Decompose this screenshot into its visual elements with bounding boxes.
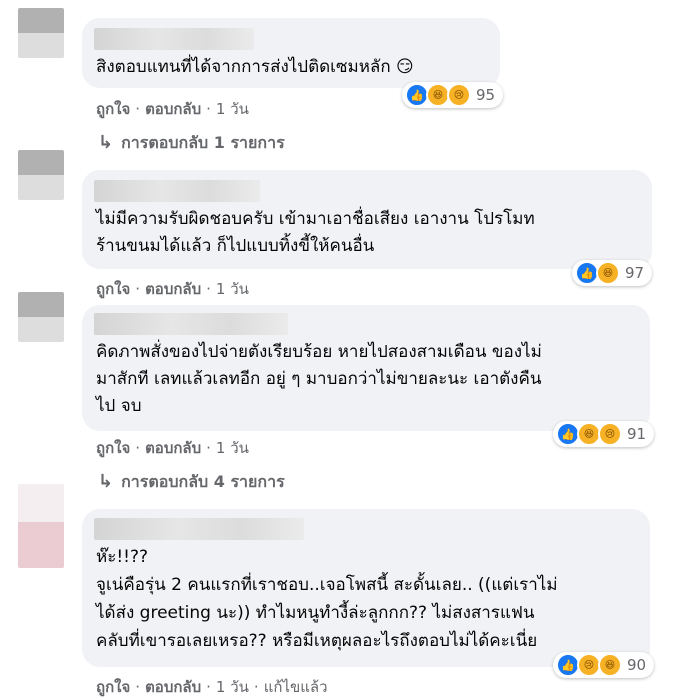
sad-icon: 😢 [447,83,471,107]
reaction-count: 90 [627,656,647,674]
replies-count-text: การตอบกลับ 4 รายการ [121,472,285,491]
comment-text: คิดภาพสั่งของไปจ่ายตังเรียบร้อย หายไปสอง… [96,342,542,416]
comment-text: สิงตอบแทนที่ได้จากการส่งไปติดเซมหลัก 😏 [96,57,414,77]
comment-text: ห๊ะ!!?? จูเน่คือรุ่น 2 คนแรกที่เราชอบ..เ… [96,547,558,651]
commenter-avatar[interactable] [18,292,64,342]
comment-text: ไม่มีความรับผิดชอบครับ เข้ามาเอาชื่อเสีย… [96,209,535,256]
comment-actions: ถูกใจ · ตอบกลับ · 1 วัน [96,439,249,457]
comment-bubble: สิงตอบแทนที่ได้จากการส่งไปติดเซมหลัก 😏 [82,18,500,88]
edited-label: แก้ไขแล้ว [263,678,328,696]
reaction-summary[interactable]: 👍 😆 97 [572,260,653,286]
reply-action[interactable]: ตอบกลับ [145,439,201,457]
reply-arrow-icon: ↳ [98,132,114,153]
reaction-summary[interactable]: 👍 😆 😢 95 [402,82,504,108]
reply-action[interactable]: ตอบกลับ [145,678,201,696]
commenter-name-blurred[interactable] [94,180,260,202]
commenter-avatar[interactable] [18,8,64,58]
commenter-avatar[interactable] [18,484,64,568]
commenter-name-blurred[interactable] [94,313,288,335]
commenter-name-blurred[interactable] [94,518,304,540]
reply-arrow-icon: ↳ [98,471,114,492]
comment-timestamp[interactable]: 1 วัน [216,280,249,298]
reaction-summary[interactable]: 👍 😆 😢 91 [553,421,655,447]
comment-actions: ถูกใจ · ตอบกลับ · 1 วัน [96,100,249,118]
like-action[interactable]: ถูกใจ [96,100,130,118]
haha-icon: 😆 [596,261,620,285]
reaction-count: 97 [625,264,645,282]
comment-timestamp[interactable]: 1 วัน [216,678,249,696]
comment-actions: ถูกใจ · ตอบกลับ · 1 วัน · แก้ไขแล้ว [96,678,328,696]
reaction-summary[interactable]: 👍 😢 😆 90 [553,652,655,678]
view-replies-link[interactable]: ↳ การตอบกลับ 4 รายการ [98,470,285,495]
like-action[interactable]: ถูกใจ [96,439,130,457]
reply-action[interactable]: ตอบกลับ [145,280,201,298]
comment-actions: ถูกใจ · ตอบกลับ · 1 วัน [96,280,249,298]
like-action[interactable]: ถูกใจ [96,678,130,696]
comment-timestamp[interactable]: 1 วัน [216,100,249,118]
commenter-avatar[interactable] [18,150,64,200]
reply-action[interactable]: ตอบกลับ [145,100,201,118]
reaction-count: 91 [627,425,647,443]
reaction-count: 95 [476,86,496,104]
comment-timestamp[interactable]: 1 วัน [216,439,249,457]
commenter-name-blurred[interactable] [94,28,254,50]
comment-bubble: คิดภาพสั่งของไปจ่ายตังเรียบร้อย หายไปสอง… [82,305,650,431]
comment-bubble: ไม่มีความรับผิดชอบครับ เข้ามาเอาชื่อเสีย… [82,170,652,269]
replies-count-text: การตอบกลับ 1 รายการ [121,133,285,152]
like-action[interactable]: ถูกใจ [96,280,130,298]
haha-icon: 😆 [598,653,622,677]
view-replies-link[interactable]: ↳ การตอบกลับ 1 รายการ [98,131,285,156]
comment-bubble: ห๊ะ!!?? จูเน่คือรุ่น 2 คนแรกที่เราชอบ..เ… [82,509,650,667]
sad-icon: 😢 [598,422,622,446]
